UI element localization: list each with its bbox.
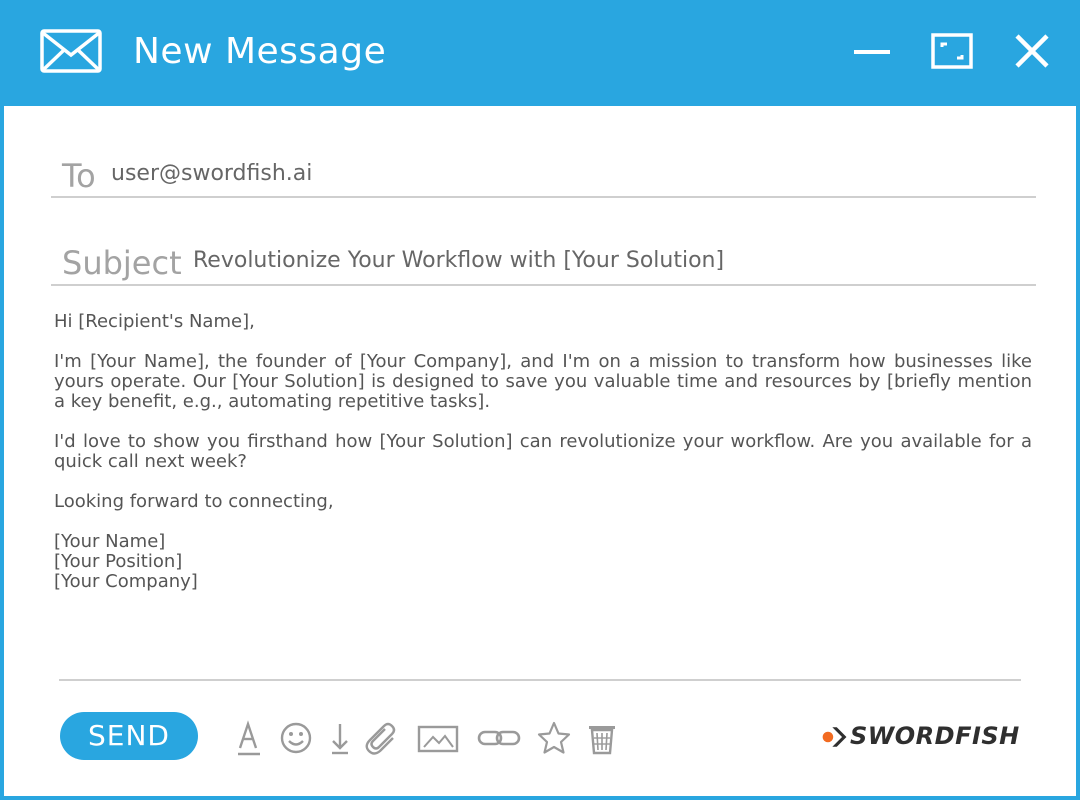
subject-field[interactable] (193, 246, 1033, 276)
body-paragraph: I'm [Your Name], the founder of [Your Co… (54, 351, 1032, 412)
window-title: New Message (133, 31, 387, 72)
star-icon (537, 721, 571, 754)
subject-divider (51, 284, 1036, 286)
swordfish-logo-icon (822, 727, 847, 747)
text-format-icon (238, 720, 260, 756)
brand-name: SWORDFISH (850, 722, 1020, 750)
download-button[interactable] (320, 718, 360, 758)
link-button[interactable] (476, 718, 522, 758)
minimize-icon (854, 50, 890, 54)
link-icon (477, 730, 521, 746)
close-button[interactable] (1006, 26, 1058, 78)
text-format-button[interactable] (232, 718, 272, 758)
subject-label: Subject (62, 244, 182, 282)
to-label: To (62, 157, 96, 195)
compose-window: New Message To Subject Hi [Recipient's N… (0, 0, 1080, 800)
greeting-text: Hi [Recipient's Name], (54, 311, 255, 332)
delete-button[interactable] (582, 718, 622, 758)
minimize-button[interactable] (846, 26, 898, 78)
star-button[interactable] (534, 718, 574, 758)
emoji-button[interactable] (276, 718, 316, 758)
title-bar: New Message (4, 0, 1076, 106)
to-divider (51, 196, 1036, 198)
attachment-button[interactable] (362, 718, 402, 758)
close-icon (1015, 34, 1049, 68)
signature-name: [Your Name] (54, 531, 166, 552)
maximize-icon (931, 33, 973, 69)
send-button[interactable]: SEND (60, 712, 198, 760)
toolbar-divider (59, 679, 1021, 681)
swordfish-logo: SWORDFISH (820, 720, 1019, 754)
signature-position: [Your Position] (54, 551, 183, 572)
signature-company: [Your Company] (54, 571, 198, 592)
download-icon (332, 724, 348, 755)
envelope-icon (40, 29, 102, 73)
emoji-icon (280, 722, 312, 754)
message-body[interactable]: Hi [Recipient's Name], I'm [Your Name], … (54, 312, 1032, 592)
body-paragraph: I'd love to show you firsthand how [Your… (54, 431, 1032, 472)
to-field[interactable] (111, 159, 1011, 189)
image-button[interactable] (416, 718, 460, 758)
image-icon (417, 725, 459, 753)
trash-icon (589, 726, 615, 755)
maximize-button[interactable] (925, 26, 977, 78)
closing-text: Looking forward to connecting, (54, 491, 334, 512)
attachment-icon (365, 722, 396, 755)
